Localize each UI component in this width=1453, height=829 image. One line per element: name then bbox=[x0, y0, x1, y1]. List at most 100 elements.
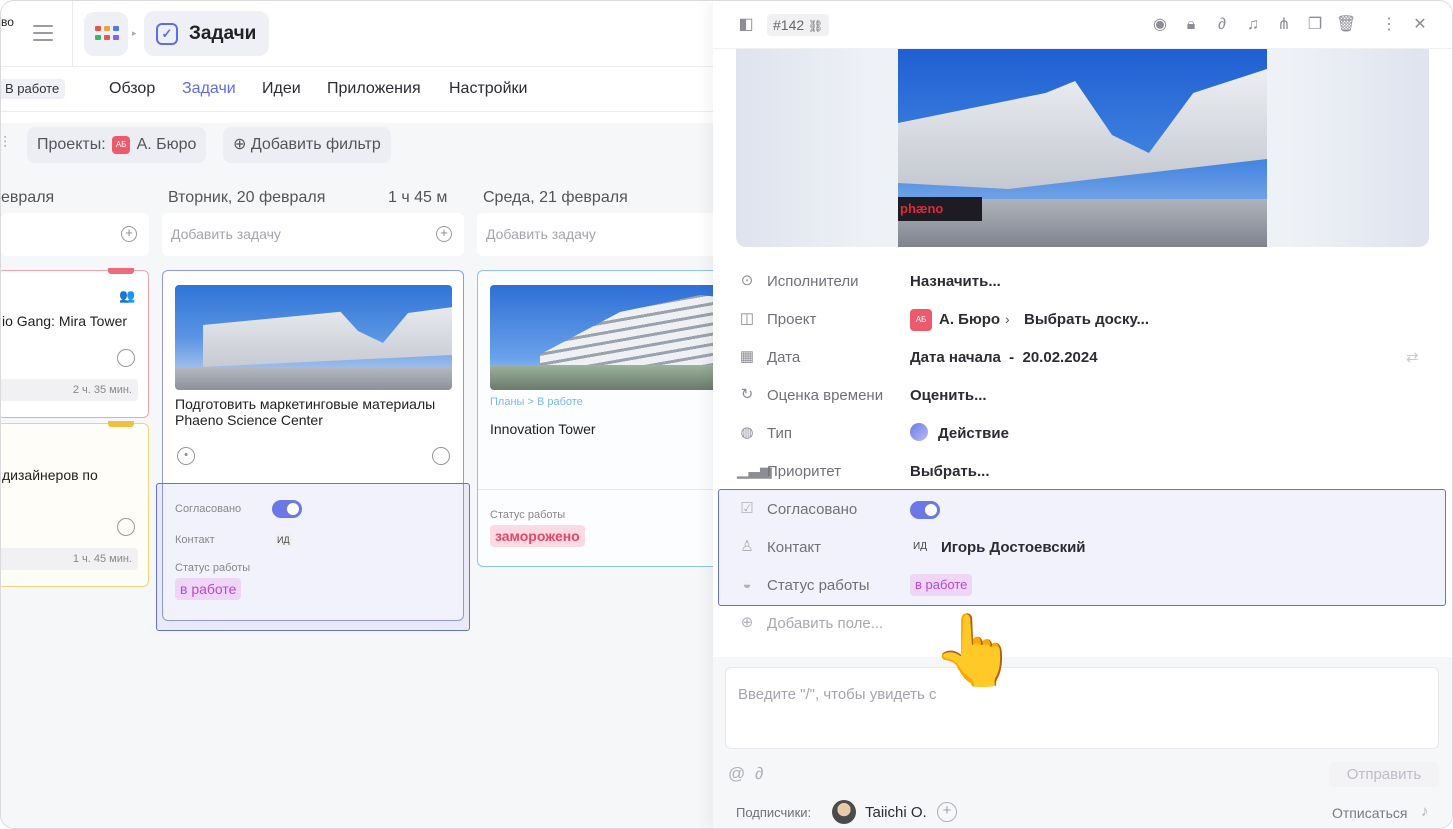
card-title: Innovation Tower bbox=[490, 421, 596, 437]
lock-icon[interactable]: 🔒︎ bbox=[1181, 15, 1201, 35]
add-task-input[interactable]: Добавить задачу bbox=[477, 213, 717, 256]
project-icon: ◫ bbox=[739, 310, 755, 327]
complete-checkbox[interactable] bbox=[117, 349, 135, 367]
divider bbox=[478, 489, 726, 490]
card-photo bbox=[490, 285, 720, 390]
project-filter-chip[interactable]: Проекты: АБ А. Бюро bbox=[27, 127, 207, 163]
unsubscribe-link[interactable]: Отписаться bbox=[1332, 805, 1407, 821]
plus-circle-icon[interactable]: + bbox=[436, 226, 452, 242]
task-card[interactable]: 👥 io Gang: Mira Tower 2 ч. 35 мин. bbox=[1, 268, 149, 418]
plus-circle-icon[interactable]: + bbox=[121, 226, 137, 242]
tab-tasks[interactable]: Задачи bbox=[182, 80, 236, 98]
filter-value: А. Бюро bbox=[136, 136, 197, 153]
assignee-icon[interactable]: • bbox=[177, 447, 195, 465]
date-value[interactable]: Дата начала - 20.02.2024 bbox=[910, 349, 1098, 366]
approved-toggle[interactable] bbox=[910, 501, 940, 519]
comment-input[interactable]: Введите "/", чтобы увидеть с bbox=[725, 667, 1439, 749]
status-badge[interactable]: в работе bbox=[175, 578, 242, 600]
attachment-icon[interactable]: ∂ bbox=[755, 764, 763, 784]
calendar-icon: ▦ bbox=[739, 348, 755, 365]
field-label: Статус работы bbox=[767, 577, 870, 594]
card-path[interactable]: Планы > В работе bbox=[490, 396, 583, 408]
add-task-input[interactable]: + bbox=[1, 213, 149, 256]
divider bbox=[1, 111, 713, 112]
tab-overview[interactable]: Обзор bbox=[109, 80, 155, 98]
subscriber-name[interactable]: Taiichi O. bbox=[865, 804, 927, 821]
sidebar-toggle-icon[interactable]: ◧ bbox=[736, 15, 756, 35]
status-icon: ◒ bbox=[742, 576, 752, 593]
color-tag bbox=[108, 268, 134, 274]
menu-icon[interactable] bbox=[33, 25, 53, 41]
add-filter-button[interactable]: ⊕ Добавить фильтр bbox=[223, 127, 391, 163]
send-button[interactable]: Отправить bbox=[1329, 762, 1439, 787]
project-badge: АБ bbox=[910, 309, 932, 331]
attachment-icon[interactable]: ∂ bbox=[1212, 15, 1232, 35]
subscribers-label: Подписчики: bbox=[736, 805, 812, 820]
tab-settings[interactable]: Настройки bbox=[449, 80, 527, 98]
photo-ground bbox=[175, 367, 452, 390]
complete-checkbox[interactable] bbox=[117, 518, 135, 536]
status-chip[interactable]: В работе bbox=[1, 79, 66, 99]
action-type-icon bbox=[910, 423, 928, 441]
close-icon[interactable]: ✕ bbox=[1410, 15, 1430, 35]
type-value[interactable]: Действие bbox=[938, 425, 1009, 442]
add-task-input[interactable]: Добавить задачу + bbox=[162, 213, 464, 256]
task-id: #142 bbox=[773, 17, 805, 33]
board-picker[interactable]: Выбрать доску... bbox=[1024, 311, 1149, 328]
contact-value[interactable]: Игорь Достоевский bbox=[941, 539, 1086, 556]
estimate-value[interactable]: Оценить... bbox=[910, 387, 987, 404]
color-tag bbox=[108, 421, 134, 427]
assignee-value[interactable]: Назначить... bbox=[910, 273, 1001, 290]
approved-toggle[interactable] bbox=[272, 500, 302, 518]
add-task-label: Добавить задачу bbox=[486, 226, 596, 242]
task-card[interactable]: Планы > В работе Innovation Tower Статус… bbox=[477, 270, 727, 567]
subtasks-icon[interactable]: ⋔ bbox=[1274, 15, 1294, 35]
contact-initials: ИД bbox=[913, 541, 927, 552]
filter-settings-icon[interactable]: ⫶ bbox=[3, 135, 7, 153]
add-field-button[interactable]: Добавить поле... bbox=[767, 615, 883, 632]
avatar[interactable] bbox=[832, 800, 856, 824]
repeat-icon[interactable]: ⇄ bbox=[1406, 348, 1419, 366]
priority-icon: ▁▃▅ bbox=[737, 462, 772, 479]
apps-button[interactable] bbox=[84, 12, 128, 56]
field-label: Дата bbox=[767, 349, 801, 366]
app-title: Задачи bbox=[189, 23, 257, 44]
apps-grid-icon bbox=[95, 26, 119, 42]
tab-apps[interactable]: Приложения bbox=[327, 80, 421, 98]
priority-value[interactable]: Выбрать... bbox=[910, 463, 989, 480]
task-id-chip[interactable]: #142 ⛓ bbox=[767, 14, 830, 36]
task-detail-panel: ◧ #142 ⛓ ◉ 🔒︎ ∂ ♫ ⋔ ❐ 🗑︎ ⋮ ✕ phæno ⊙ Исп… bbox=[713, 1, 1452, 828]
column-header: Вторник, 20 февраля bbox=[168, 189, 326, 206]
project-value[interactable]: А. Бюро bbox=[939, 311, 1000, 328]
bell-icon[interactable]: ♫ bbox=[1243, 15, 1263, 35]
status-badge[interactable]: в работе bbox=[910, 574, 973, 596]
field-label: Статус работы bbox=[175, 562, 251, 574]
complete-checkbox[interactable] bbox=[432, 447, 450, 465]
field-label: Приоритет bbox=[767, 463, 841, 480]
tasks-app-button[interactable]: ✓ Задачи bbox=[144, 11, 269, 56]
link-icon: ⛓ bbox=[808, 19, 824, 33]
plus-circle-icon: ⊕ bbox=[233, 136, 247, 153]
field-label: Согласовано bbox=[767, 501, 858, 518]
more-icon[interactable]: ⋮ bbox=[1379, 15, 1399, 35]
divider bbox=[72, 1, 73, 67]
mention-icon[interactable]: @ bbox=[728, 764, 745, 784]
column-header: Среда, 21 февраля bbox=[483, 189, 628, 206]
task-card[interactable]: дизайнеров по 1 ч. 45 мин. bbox=[1, 421, 149, 587]
status-badge[interactable]: заморожено bbox=[490, 525, 585, 547]
filter-label: Проекты: bbox=[37, 136, 106, 153]
copy-icon[interactable]: ❐ bbox=[1305, 15, 1325, 35]
tab-ideas[interactable]: Идеи bbox=[262, 80, 301, 98]
trash-icon[interactable]: 🗑︎ bbox=[1336, 15, 1356, 35]
eye-icon[interactable]: ◉ bbox=[1150, 15, 1170, 35]
time-chip: 1 ч. 45 мин. bbox=[1, 548, 138, 570]
cover-photo: phæno bbox=[736, 49, 1429, 247]
field-label: Контакт bbox=[175, 534, 215, 546]
column-duration: 1 ч 45 м bbox=[388, 189, 448, 206]
field-label: Тип bbox=[767, 425, 793, 442]
assignee-icon: ⊙ bbox=[740, 272, 754, 289]
project-badge: АБ bbox=[112, 135, 131, 154]
chevron-right-icon: › bbox=[1005, 311, 1010, 327]
add-subscriber-icon[interactable]: + bbox=[937, 802, 957, 822]
type-icon: ◍ bbox=[740, 424, 754, 441]
